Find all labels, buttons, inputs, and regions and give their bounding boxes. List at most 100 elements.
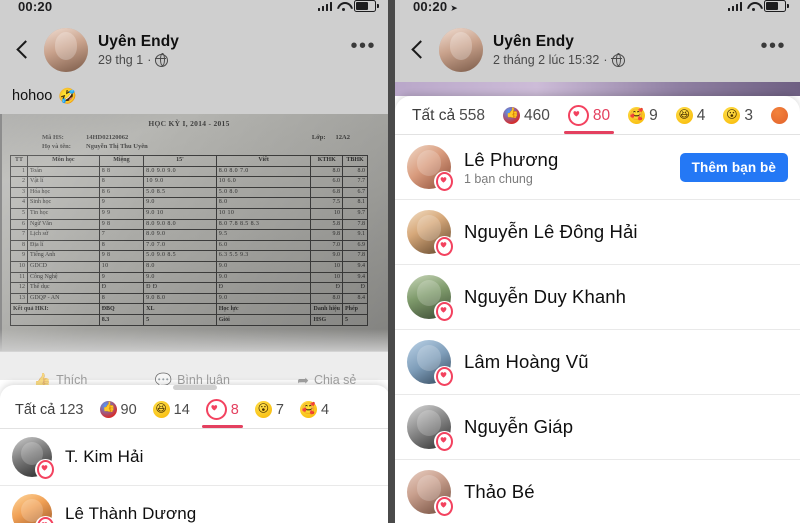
reaction-tab-care[interactable]: 🥰 9	[627, 104, 659, 133]
cell-no: 10	[10, 260, 28, 273]
cell-tbhk: 9.7	[342, 207, 368, 220]
caption-emoji: 🤣	[58, 87, 78, 105]
cell-written: 8.0 8.0 7.0	[215, 165, 312, 178]
reaction-tab-count: 8	[230, 401, 239, 418]
reaction-tab-haha[interactable]: 😆 4	[675, 104, 707, 133]
cell-written: 9.0	[215, 292, 312, 305]
grades-row: 7 Lịch sử 7 8.0 9.0 9.5 9.8 9.1	[10, 229, 368, 241]
love-badge-icon	[36, 460, 55, 479]
cell-kthk: 8.0	[310, 292, 343, 305]
grades-row: 13 GDQP - AN 8 9.0 8.0 9.0 8.0 8.4	[10, 292, 368, 305]
right-status-bar: 00:20 ➤	[395, 0, 800, 20]
student-id-value: 14HD02120062	[86, 134, 129, 141]
love-icon	[205, 399, 227, 420]
col-15min: 15'	[143, 155, 217, 167]
post-author-name[interactable]: Uyên Endy	[493, 33, 750, 51]
reaction-tab-wow[interactable]: 😮 7	[254, 398, 285, 426]
back-chevron-icon[interactable]	[407, 37, 429, 63]
separator-dot: ·	[603, 53, 608, 67]
avatar[interactable]	[407, 275, 454, 321]
person-name: T. Kim Hải	[65, 447, 144, 466]
care-icon: 🥰	[628, 107, 646, 124]
cell-subject: Công Nghệ	[27, 271, 100, 284]
love-badge-icon	[435, 367, 454, 386]
avatar[interactable]	[407, 145, 454, 191]
reaction-tab-all[interactable]: Tất cả 123	[14, 399, 85, 426]
list-item[interactable]: Nguyễn Giáp	[395, 395, 800, 460]
love-badge-icon	[435, 172, 454, 191]
reaction-tab-love[interactable]: 80	[563, 102, 615, 134]
avatar[interactable]	[407, 210, 454, 256]
foot-value-dbq: 8.3	[98, 314, 145, 327]
wifi-icon	[337, 2, 349, 11]
reaction-tab-wow[interactable]: 😮 3	[722, 104, 754, 133]
person-name: Nguyễn Giáp	[464, 416, 574, 437]
reaction-tab-care[interactable]: 🥰 4	[299, 398, 330, 426]
globe-icon	[154, 53, 169, 67]
post-author-name[interactable]: Uyên Endy	[98, 33, 340, 51]
cell-subject: Hóa học	[27, 186, 100, 199]
cell-15min: 5.0 8.5	[143, 186, 217, 199]
post-media-strip[interactable]	[395, 82, 800, 96]
reaction-tab-like[interactable]: 460	[502, 104, 551, 133]
angry-icon	[770, 107, 788, 124]
more-options-icon[interactable]: •••	[350, 36, 376, 59]
cell-15min: 9.0 8.0	[143, 292, 217, 305]
list-item[interactable]: Thảo Bé	[395, 460, 800, 523]
avatar[interactable]	[12, 494, 55, 523]
cell-subject: Lịch sử	[27, 229, 100, 241]
foot-label-result: Kết quả HKI:	[10, 303, 100, 316]
back-chevron-icon[interactable]	[12, 37, 34, 63]
list-item[interactable]: Lê Phương 1 bạn chung Thêm bạn bè	[395, 135, 800, 200]
avatar[interactable]	[44, 28, 88, 72]
post-photo[interactable]: HỌC KỲ I, 2014 - 2015 Mã HS: 14HD02120062…	[0, 114, 390, 351]
cell-oral: 7	[98, 229, 145, 241]
cell-kthk: 10	[310, 207, 343, 220]
cell-no: 5	[10, 207, 28, 220]
cell-written: 9.0	[215, 260, 312, 273]
cell-oral: 8	[98, 292, 145, 305]
cell-kthk: 10	[310, 260, 343, 273]
reaction-tab-all[interactable]: Tất cả 558	[411, 104, 486, 133]
person-name: Lê Thành Dương	[65, 504, 197, 523]
cell-subject: Ngữ Văn	[27, 218, 100, 231]
reaction-tab-love[interactable]: 8	[201, 396, 243, 428]
avatar[interactable]	[407, 470, 454, 516]
reaction-tab-angry[interactable]	[770, 104, 789, 132]
reaction-tab-like[interactable]: 90	[99, 398, 138, 426]
list-item[interactable]: Nguyễn Duy Khanh	[395, 265, 800, 330]
grades-row: 10 GDCD 10 8.0 9.0 10 9.4	[10, 260, 368, 273]
document-meta: Mã HS: 14HD02120062 Họ và tên: Nguyễn Thị …	[10, 134, 368, 150]
add-friend-button[interactable]: Thêm bạn bè	[679, 152, 788, 182]
avatar[interactable]	[439, 28, 483, 72]
reaction-tab-count: 460	[523, 106, 550, 124]
cell-no: 11	[10, 271, 28, 284]
reaction-tab-haha[interactable]: 😆 14	[152, 398, 191, 426]
grades-row: 11 Công Nghệ 9 9.0 9.0 10 9.4	[10, 271, 368, 284]
location-arrow-icon: ➤	[450, 2, 458, 13]
reaction-tab-count: 3	[744, 106, 753, 124]
list-item[interactable]: Nguyễn Lê Đông Hải	[395, 200, 800, 265]
cell-kthk: 9.0	[310, 250, 343, 262]
haha-icon: 😆	[675, 107, 693, 124]
cell-no: 8	[10, 239, 28, 252]
cell-subject: Tin học	[27, 207, 100, 220]
avatar[interactable]	[407, 340, 454, 386]
list-item[interactable]: Lê Thành Dương	[0, 486, 390, 523]
like-icon	[99, 401, 117, 418]
list-item[interactable]: T. Kim Hải	[0, 429, 390, 486]
post-caption-text: hohoo	[12, 88, 53, 104]
avatar[interactable]	[12, 437, 55, 479]
left-status-bar: 00:20	[0, 0, 390, 20]
cell-tbhk: 6.7	[342, 186, 368, 199]
person-name: Lê Phương 1 bạn chung	[464, 149, 667, 186]
cell-subject: Toán	[27, 165, 100, 178]
list-item[interactable]: Lâm Hoàng Vũ	[395, 330, 800, 395]
battery-icon	[354, 0, 379, 12]
foot-label-danhhieu: Danh hiệu	[310, 303, 343, 316]
col-tbhk: TBHK	[342, 155, 368, 167]
avatar[interactable]	[407, 405, 454, 451]
more-options-icon[interactable]: •••	[760, 36, 786, 59]
cell-subject: Sinh học	[27, 197, 100, 209]
cell-oral: 9	[98, 197, 145, 209]
